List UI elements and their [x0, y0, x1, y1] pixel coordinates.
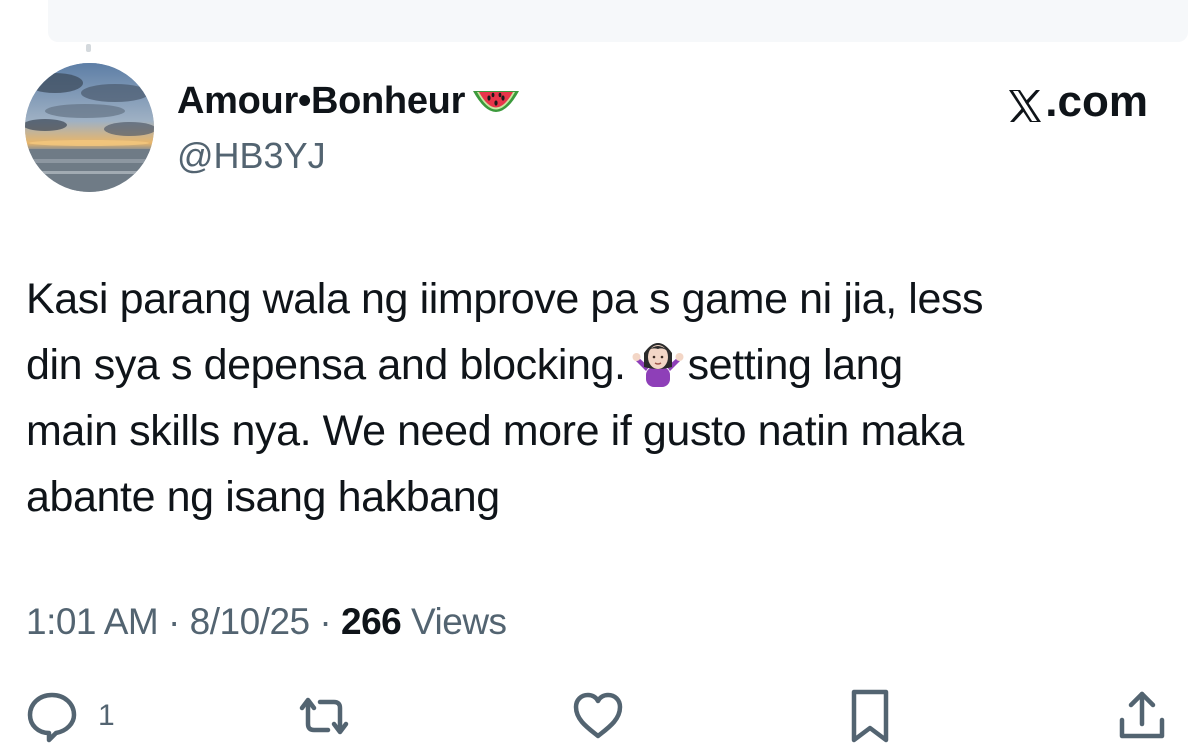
post-date[interactable]: 8/10/25	[190, 601, 310, 642]
share-icon	[1114, 688, 1170, 744]
user-handle[interactable]: @HB3YJ	[177, 134, 326, 178]
post-text-line: Kasi parang wala ng iimprove pa s game n…	[26, 275, 984, 323]
bookmark-icon	[842, 686, 898, 746]
post-text-segment: din sya s depensa and blocking.	[26, 341, 626, 389]
post-screenshot: Amour•Bonheur @HB3YJ .com Kasi parang wa…	[0, 0, 1200, 749]
reply-button[interactable]: 1	[24, 688, 115, 744]
cropped-top-bar	[48, 0, 1188, 42]
action-bar: 1	[0, 688, 1200, 749]
brand-watermark: .com	[1007, 76, 1148, 128]
repost-icon	[294, 688, 354, 744]
post-text-segment: setting lang	[687, 341, 904, 389]
meta-separator: ·	[319, 601, 332, 642]
like-icon	[570, 688, 626, 744]
display-name-text: Amour•Bonheur	[177, 80, 466, 122]
views-label: Views	[411, 601, 507, 642]
display-name[interactable]: Amour•Bonheur	[177, 78, 523, 124]
watermelon-icon	[469, 81, 523, 121]
post-meta: 1:01 AM · 8/10/25 · 266 Views	[26, 598, 507, 646]
share-button[interactable]	[1114, 688, 1170, 744]
avatar-sunset-image	[25, 63, 154, 192]
post-text: Kasi parang wala ng iimprove pa s game n…	[26, 266, 1166, 530]
post-time[interactable]: 1:01 AM	[26, 601, 159, 642]
brand-text: .com	[1045, 77, 1148, 126]
post-text-line: din sya s depensa and blocking. setting …	[26, 332, 1166, 398]
post-text-line: abante ng isang hakbang	[26, 473, 500, 521]
x-logo-icon	[1007, 84, 1043, 122]
views-count: 266	[341, 601, 402, 642]
reply-count: 1	[98, 699, 115, 732]
like-button[interactable]	[570, 688, 626, 744]
avatar[interactable]	[25, 63, 154, 192]
post-text-line: main skills nya. We need more if gusto n…	[26, 407, 964, 455]
reply-icon	[24, 688, 80, 744]
repost-button[interactable]	[294, 688, 354, 744]
meta-separator: ·	[168, 601, 180, 642]
cropped-divider-mark	[86, 44, 91, 52]
person-shrugging-icon	[632, 337, 684, 389]
bookmark-button[interactable]	[842, 688, 898, 744]
